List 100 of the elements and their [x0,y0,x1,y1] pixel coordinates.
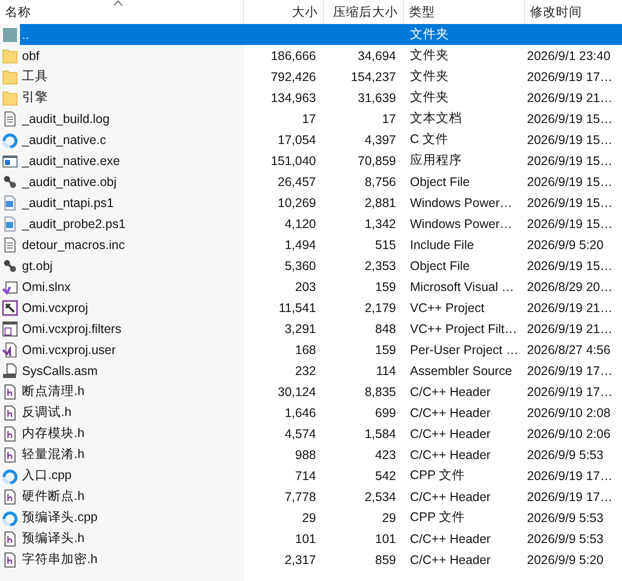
file-size: 988 [294,448,317,462]
header-file-icon [2,404,18,420]
file-type: CPP 文件 [409,467,466,484]
filters-icon [2,320,18,336]
packed-size: 8,835 [364,384,397,398]
column-header[interactable]: 修改时间 [525,0,622,24]
modified-time: 2026/9/19 21… [526,300,614,314]
file-row[interactable]: _audit_native.exe 151,040 70,859 应用程序 2026/9/19 15… [20,150,622,171]
file-row[interactable]: .. 文件夹 [20,24,622,45]
file-name: gt.obj [21,258,54,272]
file-row[interactable]: Omi.slnx 203 159 Microsoft Visual … 2026/8/29 20… [20,276,622,297]
file-type: C/C++ Header [409,490,492,504]
script-icon [2,216,18,232]
ring-icon [2,132,18,148]
packed-size: 31,639 [356,90,397,104]
modified-time: 2026/9/19 17… [526,70,614,84]
packed-size: 2,534 [364,490,397,504]
file-name: 反调试.h [21,404,72,421]
file-name: 断点清理.h [21,383,86,400]
file-size: 4,120 [284,216,317,230]
file-row[interactable]: Omi.vcxproj.user 168 159 Per-User Project … 2026/8/27 4:56 [20,339,622,360]
file-type: C 文件 [409,131,450,148]
file-row[interactable]: obf 186,666 34,694 文件夹 2026/9/1 23:40 [20,45,622,66]
header-file-icon [2,488,18,504]
file-name: 预编译头.cpp [21,509,99,526]
file-name: 入口.cpp [21,467,73,484]
packed-size: 70,859 [356,154,397,168]
modified-time: 2026/9/19 17… [526,364,614,378]
packed-size: 17 [381,112,397,126]
file-size: 2,317 [284,552,317,566]
file-name: 工具 [21,68,49,85]
file-size: 5,360 [284,258,317,272]
packed-size: 4,397 [364,132,397,146]
modified-time: 2026/9/9 5:53 [526,510,604,524]
file-type: C/C++ Header [409,448,492,462]
file-size: 203 [294,280,317,294]
file-name: 预编译头.h [21,530,86,547]
file-row[interactable]: 入口.cpp 714 542 CPP 文件 2026/9/19 17… [20,465,622,486]
modified-time: 2026/9/10 2:06 [526,426,612,440]
file-type: Object File [409,174,471,188]
header-file-icon [2,446,18,462]
modified-time: 2026/8/27 4:56 [526,342,612,356]
file-row[interactable]: 预编译头.h 101 101 C/C++ Header 2026/9/9 5:53 [20,528,622,549]
file-name: 内存模块.h [21,425,86,442]
file-row[interactable]: _audit_native.c 17,054 4,397 C 文件 2026/9/19 15… [20,129,622,150]
file-row[interactable]: detour_macros.inc 1,494 515 Include File 2026/9/9 5:20 [20,234,622,255]
packed-size: 34,694 [356,48,397,62]
file-size: 168 [294,342,317,356]
file-row[interactable]: _audit_probe2.ps1 4,120 1,342 Windows Power… 2026/9/19 15… [20,213,622,234]
file-name: _audit_build.log [20,112,111,126]
file-row[interactable]: SysCalls.asm 232 114 Assembler Source 2026/9/19 17… [20,360,622,381]
file-row[interactable]: _audit_build.log 17 17 文本文档 2026/9/19 15… [20,108,622,129]
file-type: 文本文档 [409,110,463,127]
modified-time: 2026/9/19 15… [526,154,614,168]
file-size: 10,269 [276,196,317,210]
window-icon [2,152,18,168]
modified-time: 2026/9/10 2:08 [526,406,612,420]
file-type: Windows Power… [409,216,514,230]
file-row[interactable]: 工具 792,426 154,237 文件夹 2026/9/19 17… [20,66,622,87]
file-row[interactable]: gt.obj 5,360 2,353 Object File 2026/9/19 15… [20,255,622,276]
modified-time: 2026/9/19 15… [526,112,614,126]
file-row[interactable]: 引擎 134,963 31,639 文件夹 2026/9/19 21… [20,87,622,108]
file-row[interactable]: 断点清理.h 30,124 8,835 C/C++ Header 2026/9/19 17… [20,381,622,402]
file-row[interactable]: _audit_ntapi.ps1 10,269 2,881 Windows Power… 2026/9/19 15… [20,192,622,213]
packed-size: 859 [374,552,397,566]
script-icon [2,194,18,210]
file-row[interactable]: Omi.vcxproj.filters 3,291 848 VC++ Project Filt… 2026/9/19 21… [20,318,622,339]
file-name: _audit_native.c [20,132,108,146]
file-row[interactable]: 硬件断点.h 7,778 2,534 C/C++ Header 2026/9/19 17… [20,486,622,507]
sort-icon [112,0,122,6]
file-row[interactable]: _audit_native.obj 26,457 8,756 Object File 2026/9/19 15… [20,171,622,192]
file-type: VC++ Project [409,300,486,314]
file-type: C/C++ Header [409,552,492,566]
file-type: Per-User Project … [409,342,520,356]
file-size: 186,666 [270,48,317,62]
file-type: CPP 文件 [409,509,466,526]
packed-size: 159 [374,342,397,356]
modified-time: 2026/9/19 15… [526,132,614,146]
file-row[interactable]: Omi.vcxproj 11,541 2,179 VC++ Project 2026/9/19 21… [20,297,622,318]
file-row[interactable]: 预编译头.cpp 29 29 CPP 文件 2026/9/9 5:53 [20,507,622,528]
packed-size: 515 [374,238,397,252]
folder-icon [2,48,18,64]
file-row[interactable]: 内存模块.h 4,574 1,584 C/C++ Header 2026/9/10 2:06 [20,423,622,444]
modified-time: 2026/9/19 15… [526,258,614,272]
file-name: obf [21,48,40,62]
file-name: .. [21,28,30,42]
file-size: 17,054 [276,132,317,146]
file-type: 应用程序 [409,152,463,169]
file-row[interactable]: 轻量混淆.h 988 423 C/C++ Header 2026/9/9 5:53 [20,444,622,465]
header-file-icon [2,552,18,568]
file-row[interactable]: 字符串加密.h 2,317 859 C/C++ Header 2026/9/9 5:20 [20,549,622,570]
packed-size: 1,584 [364,426,397,440]
ring-icon [2,510,18,526]
folder-icon [2,68,18,84]
file-type: C/C++ Header [409,406,492,420]
file-name: SysCalls.asm [21,364,99,378]
modified-time: 2026/9/19 17… [526,468,614,482]
file-row[interactable]: 反调试.h 1,646 699 C/C++ Header 2026/9/10 2:08 [20,402,622,423]
modified-time: 2026/9/9 5:20 [526,238,604,252]
header-file-icon [2,384,18,400]
